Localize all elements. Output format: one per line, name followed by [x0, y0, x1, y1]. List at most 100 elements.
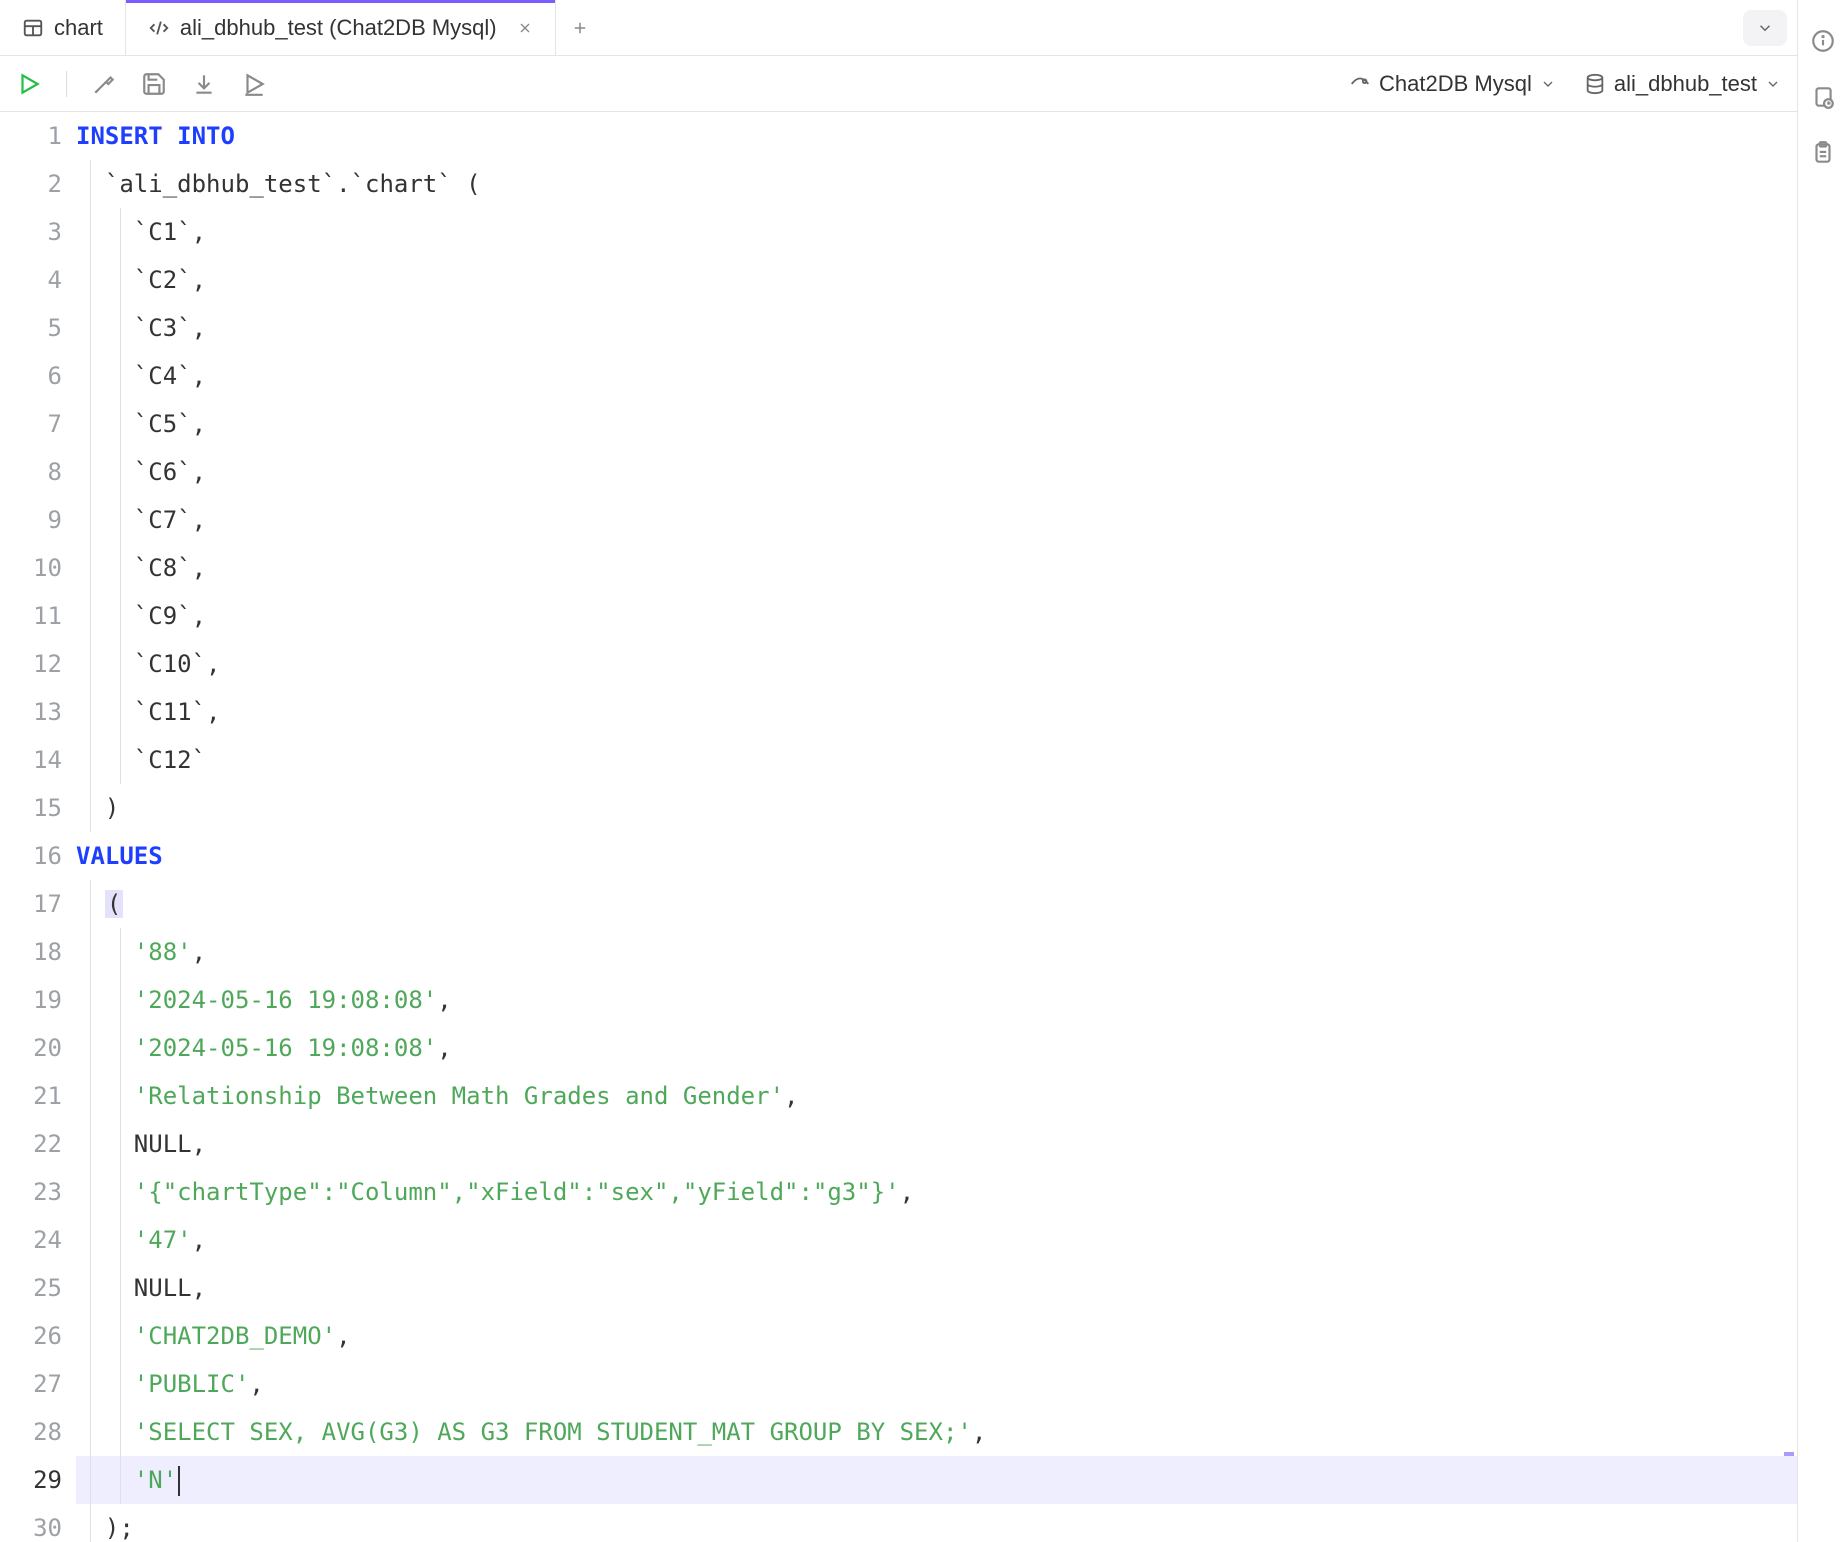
line-number: 22 — [0, 1120, 62, 1168]
code-line[interactable]: '{"chartType":"Column","xField":"sex","y… — [76, 1168, 1797, 1216]
line-number: 21 — [0, 1072, 62, 1120]
line-number: 10 — [0, 544, 62, 592]
code-line[interactable]: '2024-05-16 19:08:08', — [76, 1024, 1797, 1072]
line-number: 4 — [0, 256, 62, 304]
table-icon — [22, 17, 44, 39]
code-line[interactable]: '2024-05-16 19:08:08', — [76, 976, 1797, 1024]
history-icon[interactable] — [1810, 84, 1836, 110]
info-icon[interactable] — [1810, 28, 1836, 54]
code-line[interactable]: '47', — [76, 1216, 1797, 1264]
code-line[interactable]: NULL, — [76, 1120, 1797, 1168]
tab-sql-console[interactable]: ali_dbhub_test (Chat2DB Mysql) — [126, 0, 556, 55]
scroll-marker — [1784, 1452, 1794, 1456]
code-line[interactable]: 'CHAT2DB_DEMO', — [76, 1312, 1797, 1360]
code-line[interactable]: `C10`, — [76, 640, 1797, 688]
line-number: 15 — [0, 784, 62, 832]
code-line[interactable]: '88', — [76, 928, 1797, 976]
close-icon[interactable] — [517, 20, 533, 36]
line-number: 16 — [0, 832, 62, 880]
code-line[interactable]: `C4`, — [76, 352, 1797, 400]
line-number: 18 — [0, 928, 62, 976]
main-area: chart ali_dbhub_test (Chat2DB Mysql) — [0, 0, 1798, 1542]
database-icon — [1584, 73, 1606, 95]
line-number: 20 — [0, 1024, 62, 1072]
line-number: 13 — [0, 688, 62, 736]
line-number: 9 — [0, 496, 62, 544]
code-line[interactable]: `C9`, — [76, 592, 1797, 640]
code-line[interactable]: VALUES — [76, 832, 1797, 880]
line-number: 1 — [0, 112, 62, 160]
run-selection-button[interactable] — [241, 71, 267, 97]
code-line[interactable]: `C7`, — [76, 496, 1797, 544]
line-number: 8 — [0, 448, 62, 496]
code-line[interactable]: `C2`, — [76, 256, 1797, 304]
connection-icon — [1349, 73, 1371, 95]
divider — [66, 71, 67, 97]
code-content[interactable]: INSERT INTO `ali_dbhub_test`.`chart` ( `… — [76, 112, 1797, 1542]
line-number: 29 — [0, 1456, 62, 1504]
code-line[interactable]: `ali_dbhub_test`.`chart` ( — [76, 160, 1797, 208]
line-number: 11 — [0, 592, 62, 640]
code-line[interactable]: `C5`, — [76, 400, 1797, 448]
line-number: 7 — [0, 400, 62, 448]
line-number: 19 — [0, 976, 62, 1024]
toolbar-left — [16, 71, 267, 97]
line-number-gutter: 1234567891011121314151617181920212223242… — [0, 112, 76, 1542]
code-line[interactable]: INSERT INTO — [76, 112, 1797, 160]
code-icon — [148, 17, 170, 39]
save-button[interactable] — [141, 71, 167, 97]
tab-label: chart — [54, 15, 103, 41]
connection-label: Chat2DB Mysql — [1379, 71, 1532, 97]
code-line[interactable]: `C1`, — [76, 208, 1797, 256]
add-tab-button[interactable] — [556, 0, 604, 55]
code-line[interactable]: `C3`, — [76, 304, 1797, 352]
code-line[interactable]: `C12` — [76, 736, 1797, 784]
tab-label: ali_dbhub_test (Chat2DB Mysql) — [180, 15, 497, 41]
scrollbar[interactable] — [1784, 112, 1794, 1542]
line-number: 26 — [0, 1312, 62, 1360]
download-button[interactable] — [191, 71, 217, 97]
code-line[interactable]: `C11`, — [76, 688, 1797, 736]
line-number: 30 — [0, 1504, 62, 1542]
line-number: 2 — [0, 160, 62, 208]
chevron-down-icon — [1540, 76, 1556, 92]
code-line[interactable]: ( — [76, 880, 1797, 928]
line-number: 3 — [0, 208, 62, 256]
code-line[interactable]: `C6`, — [76, 448, 1797, 496]
line-number: 14 — [0, 736, 62, 784]
tabs-overflow-button[interactable] — [1743, 10, 1787, 46]
chevron-down-icon — [1765, 76, 1781, 92]
line-number: 25 — [0, 1264, 62, 1312]
chevron-down-icon — [1756, 19, 1774, 37]
code-line[interactable]: 'PUBLIC', — [76, 1360, 1797, 1408]
code-line[interactable]: 'Relationship Between Math Grades and Ge… — [76, 1072, 1797, 1120]
toolbar-right: Chat2DB Mysql ali_dbhub_test — [1349, 71, 1781, 97]
code-line[interactable]: 'SELECT SEX, AVG(G3) AS G3 FROM STUDENT_… — [76, 1408, 1797, 1456]
line-number: 17 — [0, 880, 62, 928]
plus-icon — [571, 19, 589, 37]
database-selector[interactable]: ali_dbhub_test — [1584, 71, 1781, 97]
connection-selector[interactable]: Chat2DB Mysql — [1349, 71, 1556, 97]
line-number: 5 — [0, 304, 62, 352]
code-line[interactable]: ); — [76, 1504, 1797, 1542]
toolbar: Chat2DB Mysql ali_dbhub_test — [0, 56, 1797, 112]
tabs-bar: chart ali_dbhub_test (Chat2DB Mysql) — [0, 0, 1797, 56]
text-cursor — [178, 1466, 180, 1496]
line-number: 24 — [0, 1216, 62, 1264]
line-number: 6 — [0, 352, 62, 400]
database-label: ali_dbhub_test — [1614, 71, 1757, 97]
line-number: 12 — [0, 640, 62, 688]
run-button[interactable] — [16, 71, 42, 97]
line-number: 23 — [0, 1168, 62, 1216]
sql-editor[interactable]: 1234567891011121314151617181920212223242… — [0, 112, 1797, 1542]
format-button[interactable] — [91, 71, 117, 97]
right-sidebar — [1798, 0, 1848, 1542]
clipboard-icon[interactable] — [1810, 140, 1836, 166]
code-line[interactable]: NULL, — [76, 1264, 1797, 1312]
line-number: 28 — [0, 1408, 62, 1456]
code-line[interactable]: ) — [76, 784, 1797, 832]
code-line[interactable]: 'N' — [76, 1456, 1797, 1504]
line-number: 27 — [0, 1360, 62, 1408]
tab-chart[interactable]: chart — [0, 0, 126, 55]
code-line[interactable]: `C8`, — [76, 544, 1797, 592]
